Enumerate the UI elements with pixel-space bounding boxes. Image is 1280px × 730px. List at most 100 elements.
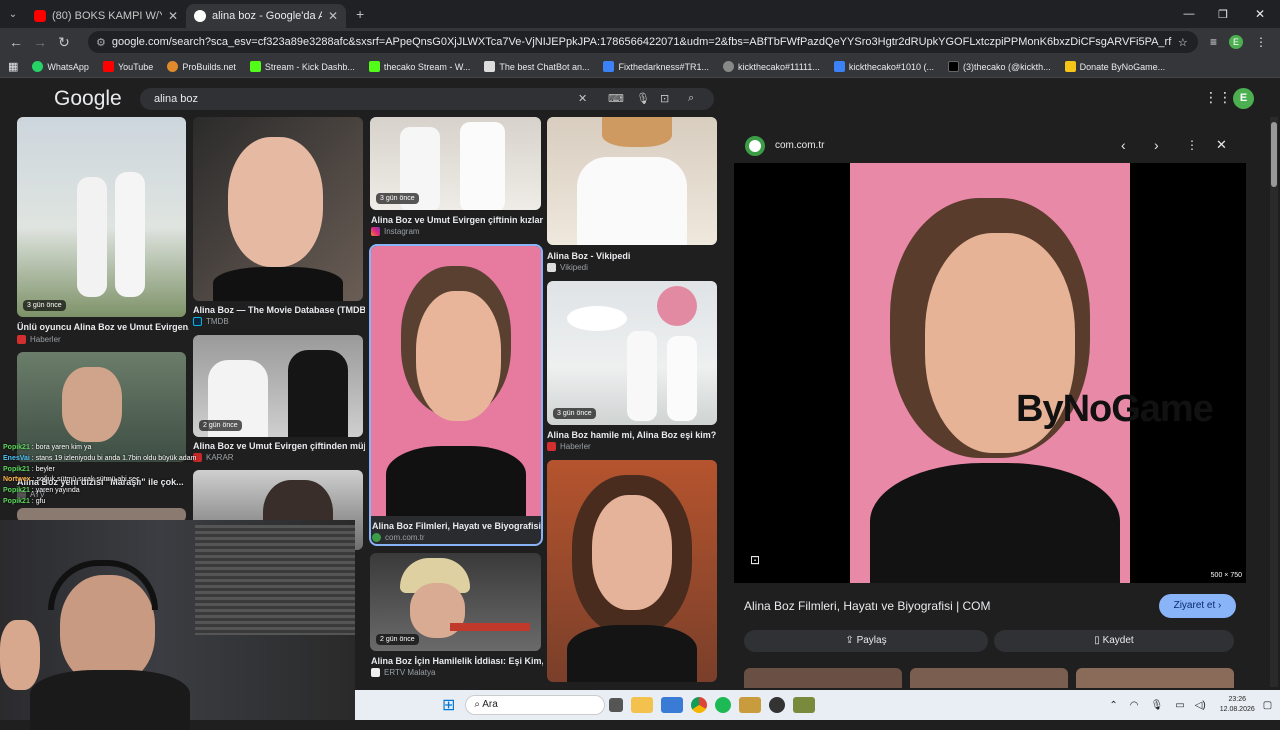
result-title[interactable]: Alina Boz Filmleri, Hayatı ve Biyografis…	[372, 521, 541, 531]
bookmark-probuilds[interactable]: ProBuilds.net	[167, 61, 236, 72]
save-button[interactable]: ▯ Kaydet	[994, 630, 1234, 652]
lens-search-icon[interactable]: ⊡	[750, 553, 760, 567]
menu-dots-icon[interactable]: ⋮	[1255, 35, 1267, 49]
result-title[interactable]: Alina Boz ve Umut Evirgen çiftinin kızla…	[371, 215, 543, 225]
result-title[interactable]: Ünlü oyuncu Alina Boz ve Umut Evirgen...	[17, 322, 189, 332]
site-name[interactable]: com.com.tr	[775, 140, 824, 151]
league-icon[interactable]	[739, 697, 762, 713]
result-source[interactable]: Vikipedi	[547, 263, 588, 272]
result-image[interactable]: 2 gün önce	[193, 335, 363, 437]
whatsapp-icon	[32, 61, 44, 72]
windows-start-icon[interactable]: ⊞	[442, 695, 455, 715]
more-options-icon[interactable]: ⋮	[1186, 138, 1198, 152]
apps-icon[interactable]: ▦	[8, 60, 18, 73]
window-close-icon[interactable]: ✕	[1240, 7, 1280, 21]
result-title[interactable]: Alina Boz İçin Hamilelik İddiası: Eşi Ki…	[371, 656, 543, 666]
result-source[interactable]: ERTV Malatya	[371, 668, 435, 677]
previous-icon[interactable]: ‹	[1121, 137, 1126, 153]
bookmark-donate[interactable]: Donate ByNoGame...	[1064, 61, 1165, 72]
tray-chevron-icon[interactable]: ⌃	[1109, 700, 1117, 711]
lens-icon[interactable]: ⊡	[660, 92, 669, 105]
tab-search-icon[interactable]: ⌄	[0, 9, 26, 20]
mic-tray-icon[interactable]: 🎙	[1151, 700, 1164, 711]
reload-icon[interactable]: ↻	[52, 34, 76, 51]
result-source[interactable]: com.com.tr	[372, 533, 425, 542]
bookmark-thecako-stream[interactable]: thecako Stream - W...	[368, 61, 470, 72]
forward-icon[interactable]: →	[28, 34, 52, 50]
result-source[interactable]: Haberler	[17, 335, 61, 344]
panel-title[interactable]: Alina Boz Filmleri, Hayatı ve Biyografis…	[744, 599, 991, 613]
ertv-icon	[371, 668, 380, 677]
mic-icon[interactable]: 🎙	[636, 92, 650, 105]
google-logo[interactable]: Google	[54, 87, 122, 111]
spotify-icon[interactable]	[715, 697, 732, 713]
related-image[interactable]	[910, 668, 1068, 688]
clear-icon[interactable]: ✕	[578, 92, 587, 105]
haberler-icon	[17, 335, 26, 344]
profile-avatar[interactable]: E	[1229, 35, 1244, 49]
bookmark-kick-dashboard[interactable]: Stream - Kick Dashb...	[249, 61, 355, 72]
minimize-icon[interactable]: —	[1172, 8, 1206, 20]
result-source[interactable]: Instagram	[371, 227, 420, 236]
bookmark-kickthecako-1[interactable]: kickthecako#11111...	[723, 61, 820, 72]
result-image[interactable]	[547, 460, 717, 682]
tab-youtube[interactable]: (80) BOKS KAMPI W/YAKUP TV ✕	[26, 4, 186, 28]
related-image[interactable]	[1076, 668, 1234, 688]
related-image[interactable]	[744, 668, 902, 688]
restore-icon[interactable]: ❐	[1206, 8, 1240, 21]
search-icon[interactable]: ⌕	[688, 92, 694, 105]
result-image[interactable]: 3 gün önce	[370, 117, 541, 210]
task-view-icon[interactable]	[609, 698, 624, 712]
result-image[interactable]: 3 gün önce	[17, 117, 186, 317]
page-scrollbar[interactable]	[1270, 117, 1278, 687]
media-icon[interactable]: ≡	[1210, 35, 1217, 49]
search-input[interactable]: alina boz ✕ ⌨ 🎙 ⊡ ⌕	[140, 88, 714, 110]
close-panel-icon[interactable]: ✕	[1216, 137, 1227, 153]
notification-icon[interactable]: ▢	[1263, 700, 1272, 711]
app-icon[interactable]	[769, 697, 786, 713]
globe-icon	[723, 61, 735, 72]
result-image[interactable]: 3 gün önce	[547, 281, 717, 425]
bookmark-youtube[interactable]: YouTube	[102, 61, 153, 72]
visit-button[interactable]: Ziyaret et ›	[1159, 594, 1236, 618]
result-source[interactable]: Haberler	[547, 442, 591, 451]
bookmark-tiktok[interactable]: (3)thecako (@kickth...	[947, 61, 1051, 72]
bookmark-fixthedarkness[interactable]: Fixthedarkness#TR1...	[603, 61, 709, 72]
account-avatar[interactable]: E	[1233, 88, 1254, 109]
store-icon[interactable]	[661, 697, 684, 713]
result-image[interactable]	[193, 117, 363, 301]
close-tab-icon[interactable]: ✕	[328, 9, 338, 23]
bookmark-kickthecako-2[interactable]: kickthecako#1010 (...	[833, 61, 934, 72]
result-source[interactable]: TMDB	[193, 317, 229, 326]
site-info-icon[interactable]: ⚙	[96, 36, 106, 49]
bookmark-star-icon[interactable]: ☆	[1178, 36, 1188, 49]
result-image[interactable]	[547, 117, 717, 245]
result-title[interactable]: Alina Boz hamile mi, Alina Boz eşi kim? …	[547, 430, 719, 440]
chrome-icon[interactable]	[691, 697, 708, 713]
result-image[interactable]: 2 gün önce	[370, 553, 541, 651]
preview-image[interactable]: ByNoGame ⊡ 500 × 750	[734, 163, 1246, 583]
new-tab-button[interactable]: +	[356, 6, 364, 22]
share-button[interactable]: ⇪ Paylaş	[744, 630, 988, 652]
result-image-selected[interactable]: Alina Boz Filmleri, Hayatı ve Biyografis…	[369, 244, 543, 546]
app-icon[interactable]	[793, 697, 816, 713]
address-bar[interactable]: ⚙ google.com/search?sca_esv=cf323a89e328…	[88, 31, 1198, 53]
browser-toolbar: ← → ↻ ⚙ google.com/search?sca_esv=cf323a…	[0, 28, 1280, 56]
tab-google-search[interactable]: alina boz - Google'da Ara ✕	[186, 4, 346, 28]
back-icon[interactable]: ←	[4, 34, 28, 50]
volume-icon[interactable]: ◁)	[1195, 700, 1206, 711]
close-tab-icon[interactable]: ✕	[168, 9, 178, 23]
next-icon[interactable]: ›	[1154, 137, 1159, 153]
display-icon[interactable]: ▭	[1175, 700, 1184, 711]
clock[interactable]: 23:26 12.08.2026	[1220, 695, 1255, 715]
taskbar-search[interactable]: ⌕ Ara	[465, 695, 606, 715]
keyboard-icon[interactable]: ⌨	[608, 92, 624, 105]
bookmark-chatbot[interactable]: The best ChatBot an...	[484, 61, 589, 72]
file-explorer-icon[interactable]	[631, 697, 654, 713]
wifi-icon[interactable]: ◠	[1130, 700, 1139, 711]
bookmark-whatsapp[interactable]: WhatsApp	[32, 61, 89, 72]
result-title[interactable]: Alina Boz — The Movie Database (TMDB)	[193, 305, 365, 315]
date-badge: 3 gün önce	[376, 193, 419, 204]
result-title[interactable]: Alina Boz - Vikipedi	[547, 251, 719, 261]
streamer-webcam	[0, 520, 355, 730]
